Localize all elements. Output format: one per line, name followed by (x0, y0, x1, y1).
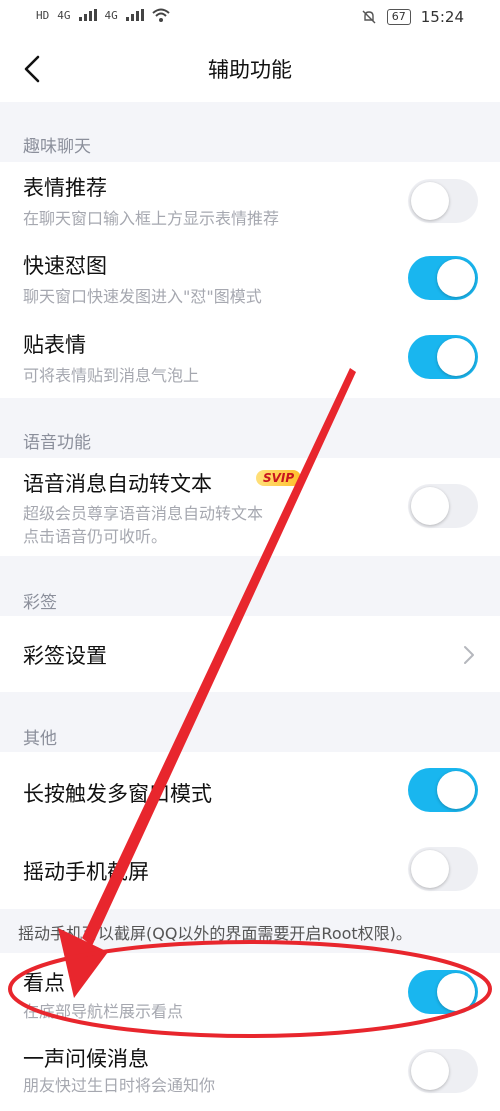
setting-row-quick-image[interactable]: 快速怼图 聊天窗口快速发图进入"怼"图模式 (0, 240, 500, 319)
setting-row-shake-screenshot[interactable]: 摇动手机截屏 (0, 830, 500, 909)
toggle-knob (411, 850, 449, 888)
setting-title: 快速怼图 (23, 254, 107, 278)
toggle-knob (411, 487, 449, 525)
title-bar: 辅助功能 (0, 36, 500, 102)
shake-screenshot-note: 摇动手机可以截屏(QQ以外的界面需要开启Root权限)。 (18, 924, 412, 943)
setting-title: 一声问候消息 (23, 1047, 149, 1071)
setting-row-sticker[interactable]: 贴表情 可将表情贴到消息气泡上 (0, 319, 500, 398)
signal-indicator-2: 4G (104, 8, 118, 22)
setting-title: 看点 (23, 971, 65, 995)
setting-row-birthday-greeting[interactable]: 一声问候消息 朋友快过生日时将会通知你 (0, 1033, 500, 1111)
status-indicators: HD 4G 4G (36, 8, 170, 22)
other-group: 长按触发多窗口模式 摇动手机截屏 (0, 752, 500, 909)
setting-desc: 朋友快过生日时将会通知你 (23, 1076, 216, 1095)
mute-bell-icon (362, 10, 376, 24)
signal-icon (78, 9, 97, 21)
setting-desc: 在聊天窗口输入框上方显示表情推荐 (23, 209, 280, 228)
emoji-recommend-toggle[interactable] (408, 179, 478, 223)
voice-to-text-toggle[interactable] (408, 484, 478, 528)
setting-title: 贴表情 (23, 333, 86, 357)
setting-title: 表情推荐 (23, 176, 107, 200)
setting-title: 长按触发多窗口模式 (23, 782, 212, 806)
tag-group: 彩签设置 (0, 616, 500, 692)
multi-window-toggle[interactable] (408, 768, 478, 812)
toggle-knob (437, 259, 475, 297)
birthday-greeting-toggle[interactable] (408, 1049, 478, 1093)
battery-level: 67 (386, 9, 411, 25)
signal-indicator-1: 4G (57, 8, 71, 22)
toggle-knob (437, 771, 475, 809)
setting-row-emoji-recommend[interactable]: 表情推荐 在聊天窗口输入框上方显示表情推荐 (0, 162, 500, 240)
setting-row-kandian[interactable]: 看点 在底部导航栏展示看点 (0, 953, 500, 1031)
toggle-knob (437, 338, 475, 376)
sticker-toggle[interactable] (408, 335, 478, 379)
shake-screenshot-toggle[interactable] (408, 847, 478, 891)
misc-group: 看点 在底部导航栏展示看点 一声问候消息 朋友快过生日时将会通知你 (0, 953, 500, 1111)
setting-desc: 聊天窗口快速发图进入"怼"图模式 (23, 287, 262, 306)
status-bar: HD 4G 4G 67 15:24 (0, 0, 500, 36)
clock: 15:24 (420, 8, 464, 26)
section-header-other: 其他 (23, 729, 57, 749)
voice-group: 语音消息自动转文本 SVIP 超级会员尊享语音消息自动转文本 点击语音仍可收听。 (0, 458, 500, 556)
setting-desc-line2: 点击语音仍可收听。 (23, 527, 168, 546)
toggle-knob (437, 973, 475, 1011)
hd-indicator: HD (36, 8, 50, 22)
wifi-icon (152, 8, 170, 22)
setting-row-voice-to-text[interactable]: 语音消息自动转文本 SVIP 超级会员尊享语音消息自动转文本 点击语音仍可收听。 (0, 458, 500, 556)
setting-desc-line1: 超级会员尊享语音消息自动转文本 (23, 504, 264, 523)
setting-row-tag-settings[interactable]: 彩签设置 (0, 616, 500, 692)
page-title: 辅助功能 (208, 58, 292, 82)
toggle-knob (411, 1052, 449, 1090)
setting-desc: 在底部导航栏展示看点 (23, 1002, 184, 1021)
kandian-toggle[interactable] (408, 970, 478, 1014)
fun-chat-group: 表情推荐 在聊天窗口输入框上方显示表情推荐 快速怼图 聊天窗口快速发图进入"怼"… (0, 162, 500, 398)
chevron-right-icon (464, 646, 474, 664)
status-right: 67 15:24 (361, 8, 464, 26)
quick-image-toggle[interactable] (408, 256, 478, 300)
section-header-voice: 语音功能 (23, 433, 91, 453)
toggle-knob (411, 182, 449, 220)
setting-title: 彩签设置 (23, 644, 107, 668)
setting-title: 语音消息自动转文本 (23, 472, 212, 496)
section-header-fun-chat: 趣味聊天 (23, 137, 91, 157)
setting-row-multi-window[interactable]: 长按触发多窗口模式 (0, 752, 500, 830)
signal-icon (125, 9, 144, 21)
setting-desc: 可将表情贴到消息气泡上 (23, 366, 200, 385)
setting-title: 摇动手机截屏 (23, 860, 149, 884)
svip-badge: SVIP (256, 470, 302, 486)
section-header-tag: 彩签 (23, 593, 57, 613)
